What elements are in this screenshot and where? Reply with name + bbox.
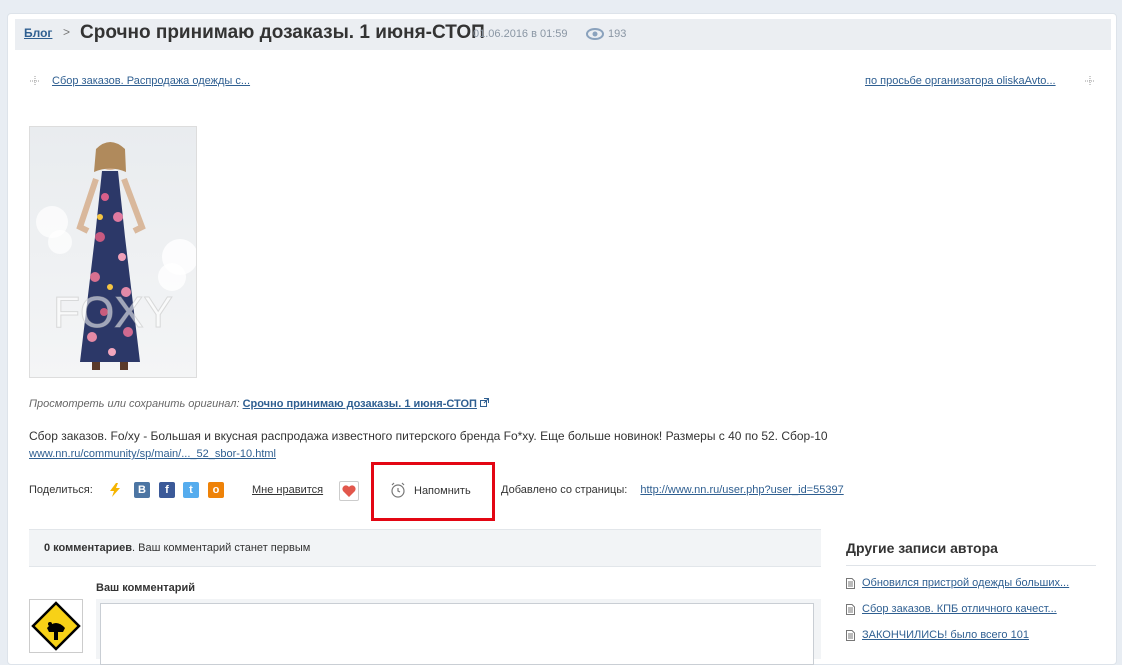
- added-link[interactable]: http://www.nn.ru/user.php?user_id=55397: [640, 484, 843, 496]
- remind-button[interactable]: Напомнить: [371, 462, 495, 521]
- page-title: Срочно принимаю дозаказы. 1 июня-СТОП: [80, 22, 485, 43]
- lightning-icon[interactable]: [107, 482, 123, 498]
- remind-label: Напомнить: [414, 485, 471, 497]
- document-icon: [846, 577, 855, 589]
- comments-note: . Ваш комментарий станет первым: [132, 542, 311, 554]
- original-line: Просмотреть или сохранить оригинал: Сроч…: [29, 398, 490, 410]
- original-prefix: Просмотреть или сохранить оригинал:: [29, 398, 240, 410]
- share-label: Поделиться:: [29, 484, 93, 496]
- other-post-link[interactable]: ЗАКОНЧИЛИСЬ! было всего 101: [862, 629, 1029, 641]
- other-posts-title: Другие записи автора: [846, 540, 998, 556]
- post-description: Сбор заказов. Fo/xy - Большая и вкусная …: [29, 429, 828, 443]
- photo-watermark: FOXY: [53, 288, 173, 337]
- next-arrow-icon[interactable]: [1085, 76, 1095, 86]
- post-photo[interactable]: FOXY: [29, 126, 197, 378]
- document-icon: [846, 603, 855, 615]
- other-post-link[interactable]: Обновился пристрой одежды больших...: [862, 577, 1069, 589]
- avatar: [29, 599, 83, 653]
- document-icon: [846, 629, 855, 641]
- facebook-icon[interactable]: f: [159, 482, 175, 498]
- comment-textarea-wrapper: [96, 599, 821, 665]
- warning-sign-icon: [31, 601, 81, 651]
- heart-button[interactable]: [339, 481, 359, 501]
- vk-icon[interactable]: В: [134, 482, 150, 498]
- like-button[interactable]: Мне нравится: [252, 484, 323, 496]
- heart-icon: [342, 485, 356, 497]
- description-link[interactable]: www.nn.ru/community/sp/main/..._52_sbor-…: [29, 448, 276, 460]
- twitter-icon[interactable]: t: [183, 482, 199, 498]
- other-post-item: Обновился пристрой одежды больших...: [846, 577, 1069, 589]
- comments-count-line: 0 комментариев. Ваш комментарий станет п…: [44, 542, 310, 554]
- added-from: Добавлено со страницы: http://www.nn.ru/…: [501, 484, 844, 496]
- other-post-item: ЗАКОНЧИЛИСЬ! было всего 101: [846, 629, 1029, 641]
- prev-arrow-icon[interactable]: [30, 76, 40, 86]
- post-date: 01.06.2016 в 01:59: [473, 28, 568, 40]
- other-post-item: Сбор заказов. КПБ отличного качест...: [846, 603, 1057, 615]
- original-link[interactable]: Срочно принимаю дозаказы. 1 июня-СТОП: [243, 398, 477, 410]
- breadcrumb-blog-link[interactable]: Блог: [24, 26, 52, 40]
- post-header: Блог > Срочно принимаю дозаказы. 1 июня-…: [15, 19, 1111, 50]
- added-label: Добавлено со страницы:: [501, 484, 628, 496]
- next-post-link[interactable]: по просьбе организатора oliskaAvto...: [865, 75, 1056, 87]
- eye-icon: [586, 28, 604, 40]
- breadcrumb-separator: >: [63, 25, 71, 39]
- comment-textarea[interactable]: [100, 603, 814, 665]
- page-container: Блог > Срочно принимаю дозаказы. 1 июня-…: [7, 13, 1117, 665]
- view-count: 193: [608, 28, 627, 40]
- external-link-icon: [480, 398, 490, 407]
- alarm-clock-icon: [391, 482, 405, 498]
- comments-count: 0 комментариев: [44, 542, 133, 554]
- prev-post-link[interactable]: Сбор заказов. Распродажа одежды с...: [52, 75, 250, 87]
- other-post-link[interactable]: Сбор заказов. КПБ отличного качест...: [862, 603, 1057, 615]
- dress-model-image: FOXY: [36, 142, 196, 370]
- comments-bar: 0 комментариев. Ваш комментарий станет п…: [29, 529, 821, 567]
- your-comment-label: Ваш комментарий: [96, 582, 196, 594]
- other-posts-divider: [846, 565, 1096, 566]
- odnoklassniki-icon[interactable]: o: [208, 482, 224, 498]
